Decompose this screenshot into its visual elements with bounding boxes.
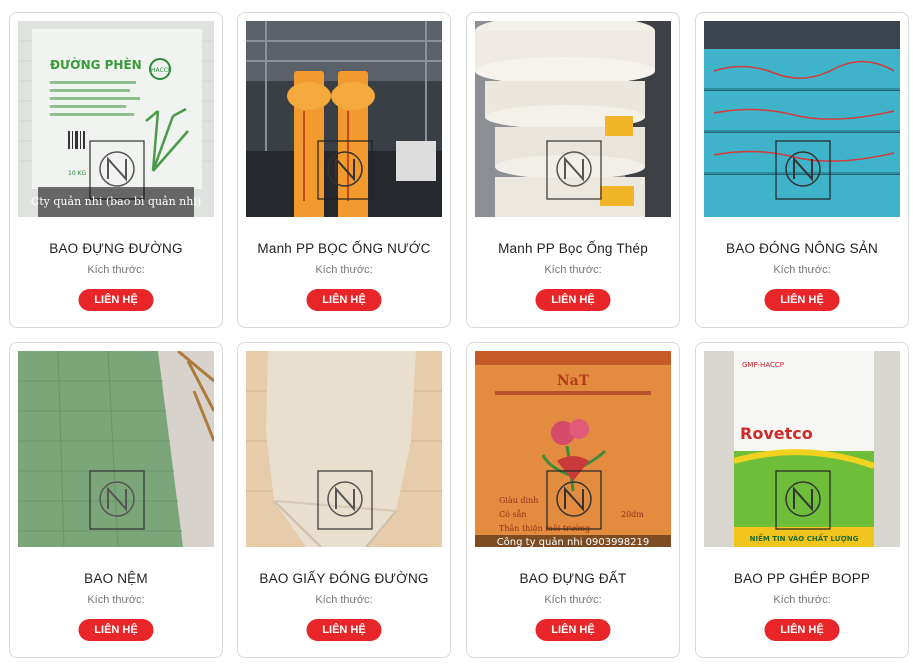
product-image[interactable] (704, 21, 900, 217)
product-name: BAO GIẤY ĐÓNG ĐƯỜNG (259, 571, 429, 586)
image-text-line2: Có sẵn (499, 510, 527, 519)
product-size-label: Kích thước: (315, 264, 373, 276)
product-size-label: Kích thước: (544, 264, 602, 276)
product-image[interactable]: GMP-HACCP Rovetco NIỀM TIN VÀO CHẤT LƯỢN… (704, 351, 900, 547)
product-name: Manh PP Bọc Ống Thép (498, 241, 648, 256)
product-grid: ĐƯỜNG PHÈN HACCP 10 KG Cty quản nhi (bao… (0, 0, 913, 665)
image-text-volume: 20dm (621, 510, 644, 519)
image-caption: Cty quản nhi (bao bì quản nhi) (31, 195, 201, 208)
product-size-label: Kích thước: (544, 594, 602, 606)
contact-button[interactable]: LIÊN HỆ (78, 619, 154, 641)
product-image[interactable]: NaT Giàu dinh Có sẵn Thân thiện môi trườ… (475, 351, 671, 547)
contact-button[interactable]: LIÊN HỆ (306, 619, 382, 641)
product-name: BAO ĐỰNG ĐẤT (519, 571, 627, 586)
image-text-haccp: HACCP (151, 67, 172, 74)
product-name: BAO NỆM (84, 571, 148, 586)
product-size-label: Kích thước: (773, 594, 831, 606)
contact-button[interactable]: LIÊN HỆ (764, 619, 840, 641)
image-text-logo: Rovetco (740, 424, 813, 443)
product-name: BAO ĐỰNG ĐƯỜNG (49, 241, 183, 256)
product-card[interactable]: Manh PP BỌC ỐNG NƯỚC Kích thước: LIÊN HỆ (237, 12, 451, 328)
product-card[interactable]: NaT Giàu dinh Có sẵn Thân thiện môi trườ… (466, 342, 680, 658)
contact-button[interactable]: LIÊN HỆ (764, 289, 840, 311)
product-image[interactable] (475, 21, 671, 217)
product-size-label: Kích thước: (315, 594, 373, 606)
product-image[interactable]: ĐƯỜNG PHÈN HACCP 10 KG Cty quản nhi (bao… (18, 21, 214, 217)
product-size-label: Kích thước: (87, 264, 145, 276)
image-text-weight: 10 KG (68, 170, 86, 177)
product-size-label: Kích thước: (773, 264, 831, 276)
product-card[interactable]: BAO ĐÓNG NÔNG SẢN Kích thước: LIÊN HỆ (695, 12, 909, 328)
image-text-line1: Giàu dinh (499, 496, 538, 505)
product-size-label: Kích thước: (87, 594, 145, 606)
product-image[interactable] (18, 351, 214, 547)
product-name: BAO ĐÓNG NÔNG SẢN (726, 241, 878, 256)
product-card[interactable]: ĐƯỜNG PHÈN HACCP 10 KG Cty quản nhi (bao… (9, 12, 223, 328)
contact-button[interactable]: LIÊN HỆ (306, 289, 382, 311)
product-image[interactable] (246, 351, 442, 547)
product-image[interactable] (246, 21, 442, 217)
contact-button[interactable]: LIÊN HỆ (535, 619, 611, 641)
product-card[interactable]: BAO NỆM Kích thước: LIÊN HỆ (9, 342, 223, 658)
product-card[interactable]: BAO GIẤY ĐÓNG ĐƯỜNG Kích thước: LIÊN HỆ (237, 342, 451, 658)
image-text-duong-phen: ĐƯỜNG PHÈN (50, 57, 142, 72)
image-text-slogan: NIỀM TIN VÀO CHẤT LƯỢNG (750, 533, 859, 543)
product-card[interactable]: Manh PP Bọc Ống Thép Kích thước: LIÊN HỆ (466, 12, 680, 328)
image-text-brand: NaT (557, 373, 590, 389)
product-name: BAO PP GHÉP BOPP (733, 571, 871, 586)
image-caption: Công ty quản nhi 0903998219 (497, 536, 650, 547)
product-card[interactable]: GMP-HACCP Rovetco NIỀM TIN VÀO CHẤT LƯỢN… (695, 342, 909, 658)
product-name: Manh PP BỌC ỐNG NƯỚC (257, 241, 431, 256)
contact-button[interactable]: LIÊN HỆ (78, 289, 154, 311)
contact-button[interactable]: LIÊN HỆ (535, 289, 611, 311)
image-text-gmp: GMP-HACCP (742, 361, 784, 369)
